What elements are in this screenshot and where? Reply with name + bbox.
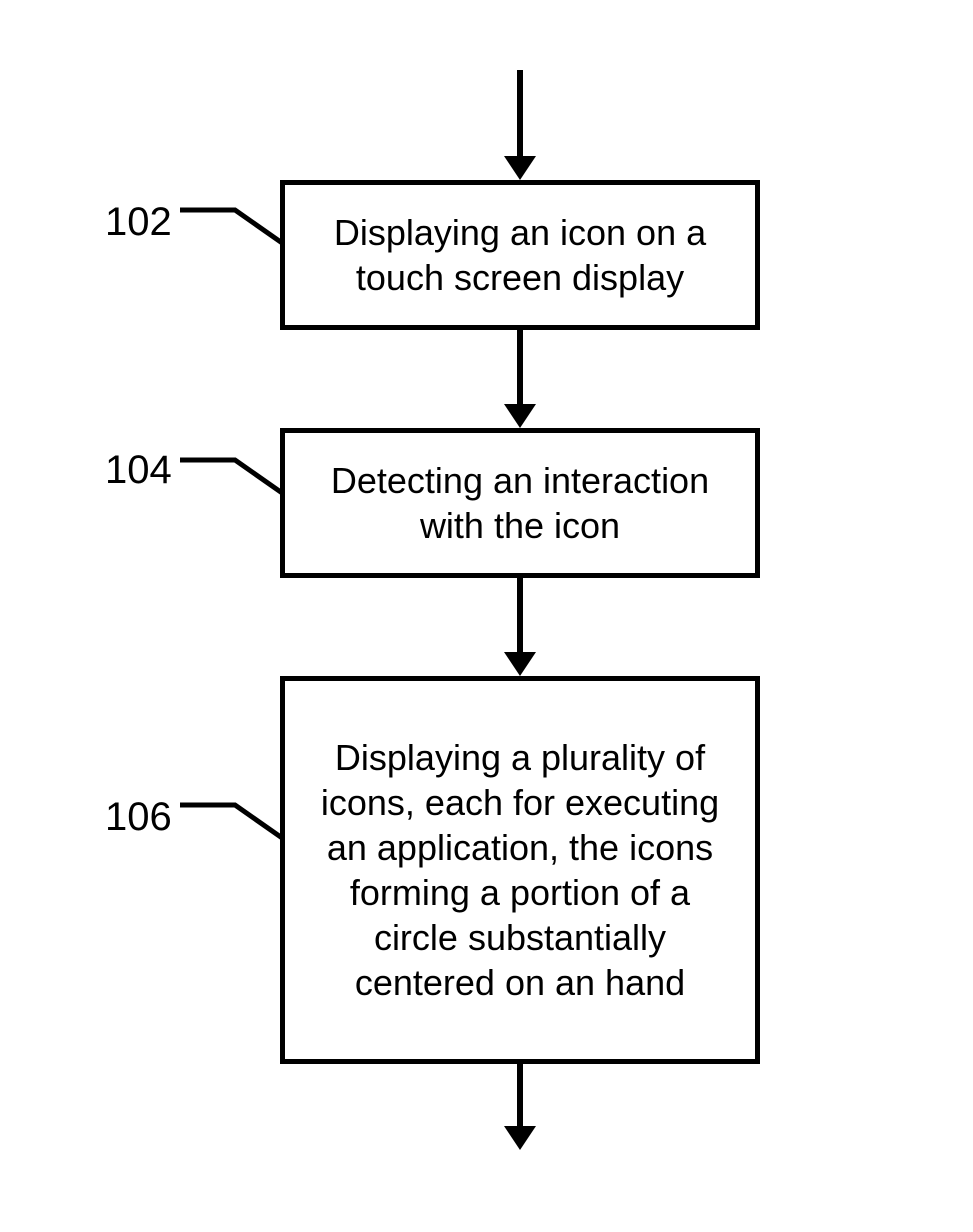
ref-label-104: 104 bbox=[105, 448, 172, 493]
flow-step-text: Displaying an icon on a touch screen dis… bbox=[305, 210, 735, 300]
arrow-head-icon bbox=[504, 652, 536, 676]
arrow-out bbox=[504, 1064, 536, 1150]
arrow-in bbox=[504, 70, 536, 180]
flow-step-detect-interaction: Detecting an interaction with the icon bbox=[280, 428, 760, 578]
arrow-head-icon bbox=[504, 404, 536, 428]
arrow-stem bbox=[517, 1064, 523, 1126]
leader-line-106 bbox=[175, 800, 295, 850]
flow-step-display-icon: Displaying an icon on a touch screen dis… bbox=[280, 180, 760, 330]
flow-step-display-plurality: Displaying a plurality of icons, each fo… bbox=[280, 676, 760, 1064]
ref-label-106: 106 bbox=[105, 795, 172, 840]
arrow-stem bbox=[517, 70, 523, 156]
leader-line-104 bbox=[175, 455, 295, 505]
leader-line-102 bbox=[175, 205, 295, 255]
arrow-stem bbox=[517, 578, 523, 652]
arrow-head-icon bbox=[504, 1126, 536, 1150]
flow-step-text: Detecting an interaction with the icon bbox=[305, 458, 735, 548]
flowchart: Displaying an icon on a touch screen dis… bbox=[280, 70, 760, 1150]
arrow-head-icon bbox=[504, 156, 536, 180]
ref-label-102: 102 bbox=[105, 200, 172, 245]
arrow-2-3 bbox=[504, 578, 536, 676]
flow-step-text: Displaying a plurality of icons, each fo… bbox=[305, 735, 735, 1005]
arrow-stem bbox=[517, 330, 523, 404]
arrow-1-2 bbox=[504, 330, 536, 428]
